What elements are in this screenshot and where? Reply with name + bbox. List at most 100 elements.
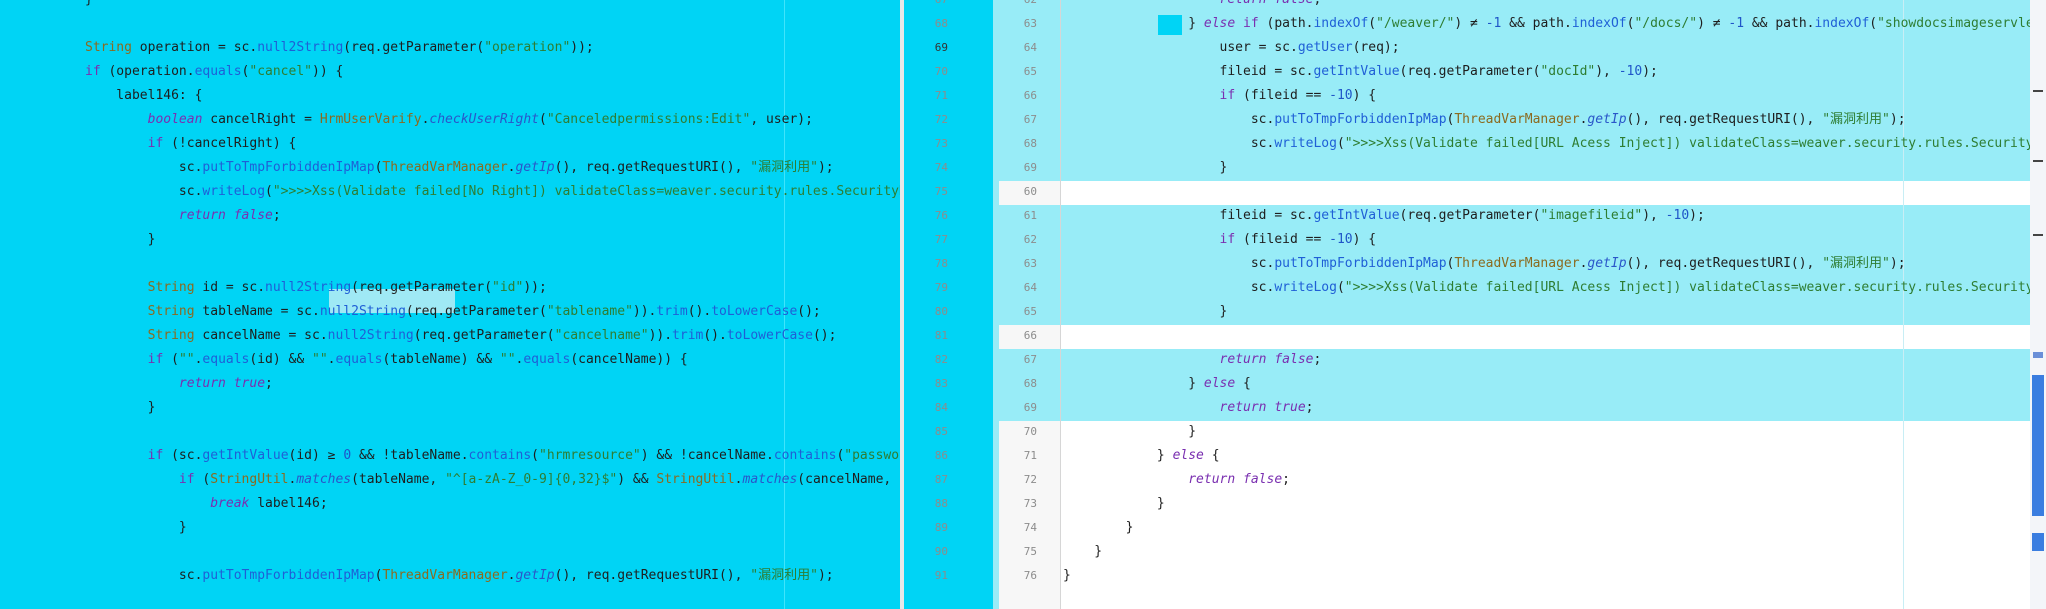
code-token: ; [272, 208, 281, 223]
code-token: null2String [265, 280, 352, 295]
code-token: "cancelname" [554, 328, 649, 343]
code-token: (tableName, [351, 472, 446, 487]
code-token: "Canceledpermissions:Edit" [546, 112, 751, 127]
code-token: && !tableName. [351, 448, 469, 463]
code-line: user = sc.getUser(req); [1063, 36, 1400, 60]
code-token: (). [687, 304, 712, 319]
code-token: matches [742, 472, 798, 487]
code-token: (req); [1352, 40, 1400, 55]
line-number: 71 [1023, 449, 1037, 462]
code-token: (), req.getRequestURI(), [1626, 256, 1823, 271]
code-token: contains [773, 448, 837, 463]
code-token: } [85, 400, 156, 415]
code-line: boolean cancelRight = HrmUserVarify.chec… [85, 108, 813, 132]
code-token: (). [703, 328, 727, 343]
code-token: else [1203, 16, 1236, 31]
code-line: } else { [1063, 444, 1220, 468]
code-token: putToTmpForbiddenIpMap [202, 568, 375, 583]
code-token: ">>>>Xss(Validate failed[No Right]) vali… [272, 184, 900, 199]
code-token: (req.getParameter( [405, 304, 547, 319]
code-token: getIntValue [1313, 208, 1400, 223]
line-number: 66 [1023, 329, 1037, 342]
code-token: ) && [617, 472, 657, 487]
right-editor-pane[interactable]: 62 63 64 65 66 67 68 69 60 61 62 63 64 65 66 67 68 69 70 71… [993, 0, 2046, 609]
vertical-scrollbar[interactable] [2030, 0, 2046, 609]
code-token: label146; [249, 496, 328, 511]
code-token: equals [523, 352, 571, 367]
scrollbar-marker [2033, 90, 2043, 92]
line-number: 68 [1023, 137, 1037, 150]
code-line: String id = sc.null2String(req.getParame… [85, 276, 547, 300]
code-token: (req.getParameter( [1399, 208, 1541, 223]
code-token: null2String [319, 304, 406, 319]
right-gutter-separator [1060, 0, 1061, 609]
line-number: 90 [934, 545, 948, 558]
code-token: "imagefileid" [1540, 208, 1643, 223]
code-token: return [1220, 0, 1267, 7]
line-number: 68 [934, 17, 948, 30]
line-number: 60 [1023, 185, 1037, 198]
code-token: sc. [85, 568, 203, 583]
code-token: "/docs/" [1634, 16, 1698, 31]
code-token: if [147, 352, 164, 367]
code-token: if [178, 472, 195, 487]
code-token: ">>>>Xss(Validate failed[URL Acess Injec… [1344, 136, 2046, 151]
code-token: ThreadVarManager [1454, 256, 1580, 271]
code-token: (req.getParameter( [413, 328, 555, 343]
code-token: sc. [1063, 112, 1275, 127]
code-token: indexOf [1313, 16, 1369, 31]
code-token: "/weaver/" [1376, 16, 1455, 31]
line-number: 66 [1023, 89, 1037, 102]
code-token: 0 [343, 448, 352, 463]
code-token: ); [1642, 64, 1658, 79]
line-number: 70 [934, 65, 948, 78]
code-token: ) && !cancelName. [640, 448, 774, 463]
code-line: return true; [85, 372, 273, 396]
code-token: ( [531, 448, 539, 463]
code-token: false [1274, 0, 1313, 7]
line-number: 81 [934, 329, 948, 342]
code-token: ThreadVarManager [382, 568, 508, 583]
code-token: cancelRight = [202, 112, 320, 127]
code-line: } else if (path.indexOf("/weaver/") ≠ -1… [1063, 12, 2046, 36]
code-line: fileid = sc.getIntValue(req.getParameter… [1063, 60, 1658, 84]
line-number: 79 [934, 281, 948, 294]
left-editor-pane[interactable]: }String operation = sc.null2String(req.g… [0, 0, 900, 609]
code-token: trim [672, 328, 704, 343]
code-token: getUser [1297, 40, 1353, 55]
code-token: ; [1313, 352, 1322, 367]
code-token: getIntValue [1313, 64, 1400, 79]
code-token: getIp [515, 568, 555, 583]
code-token: contains [468, 448, 532, 463]
code-token: ) { [1352, 88, 1377, 103]
code-token: user = sc. [1063, 40, 1298, 55]
code-token: } [1063, 568, 1071, 583]
code-token: ">>>>Xss(Validate failed[URL Acess Injec… [1344, 280, 2046, 295]
code-token: null2String [327, 328, 414, 343]
code-token: ( [1869, 16, 1878, 31]
code-token: ( [265, 184, 273, 199]
code-token: { [1235, 376, 1251, 391]
line-number: 68 [1023, 377, 1037, 390]
code-token: else [1172, 448, 1204, 463]
code-token: (id) && [249, 352, 313, 367]
line-number: 82 [934, 353, 948, 366]
code-line: if ("".equals(id) && "".equals(tableName… [85, 348, 688, 372]
code-line: } [1063, 156, 1228, 180]
code-token: (req.getParameter( [1399, 64, 1541, 79]
code-line: sc.writeLog(">>>>Xss(Validate failed[URL… [1063, 132, 2046, 156]
code-token: } [1063, 304, 1228, 319]
code-token: "" [312, 352, 328, 367]
code-token: "^[a-zA-Z_0-9]{0,32}$" [445, 472, 618, 487]
code-line: return false; [1063, 348, 1322, 372]
code-token: StringUtil [656, 472, 735, 487]
line-number: 76 [1023, 569, 1037, 582]
code-token: fileid = sc. [1063, 208, 1314, 223]
line-number: 88 [934, 497, 948, 510]
